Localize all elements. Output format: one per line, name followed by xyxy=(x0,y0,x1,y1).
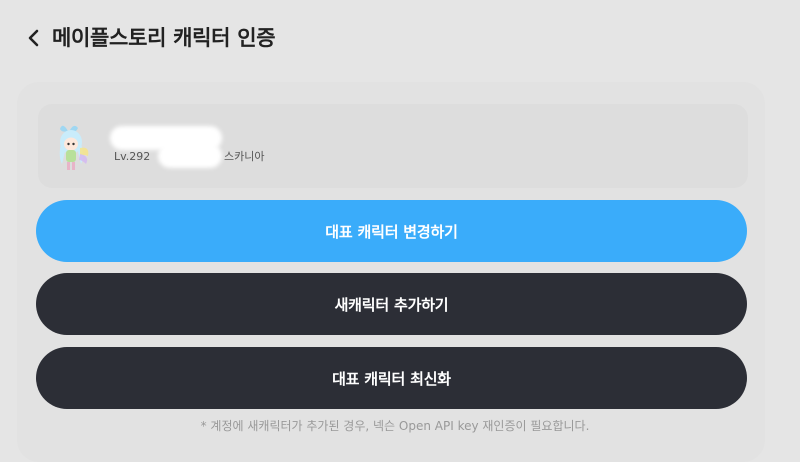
character-avatar xyxy=(56,122,96,174)
character-job-redacted xyxy=(158,144,222,168)
character-world: 스카니아 xyxy=(224,150,265,163)
header: 메이플스토리 캐릭터 인증 xyxy=(0,0,800,78)
chevron-left-icon xyxy=(28,29,39,47)
refresh-representative-label: 대표 캐릭터 최신화 xyxy=(332,369,451,388)
add-character-label: 새캐릭터 추가하기 xyxy=(334,295,449,314)
back-button[interactable] xyxy=(22,24,46,52)
character-card: Lv.292 스카니아 xyxy=(38,104,748,188)
change-representative-label: 대표 캐릭터 변경하기 xyxy=(325,222,458,241)
refresh-representative-button[interactable]: 대표 캐릭터 최신화 xyxy=(36,347,747,409)
character-level: Lv.292 xyxy=(114,150,151,163)
change-representative-button[interactable]: 대표 캐릭터 변경하기 xyxy=(36,200,747,262)
add-character-button[interactable]: 새캐릭터 추가하기 xyxy=(36,273,747,335)
page-title: 메이플스토리 캐릭터 인증 xyxy=(52,26,276,50)
notice-text: * 계정에 새캐릭터가 추가된 경우, 넥슨 Open API key 재인증이… xyxy=(200,419,590,433)
